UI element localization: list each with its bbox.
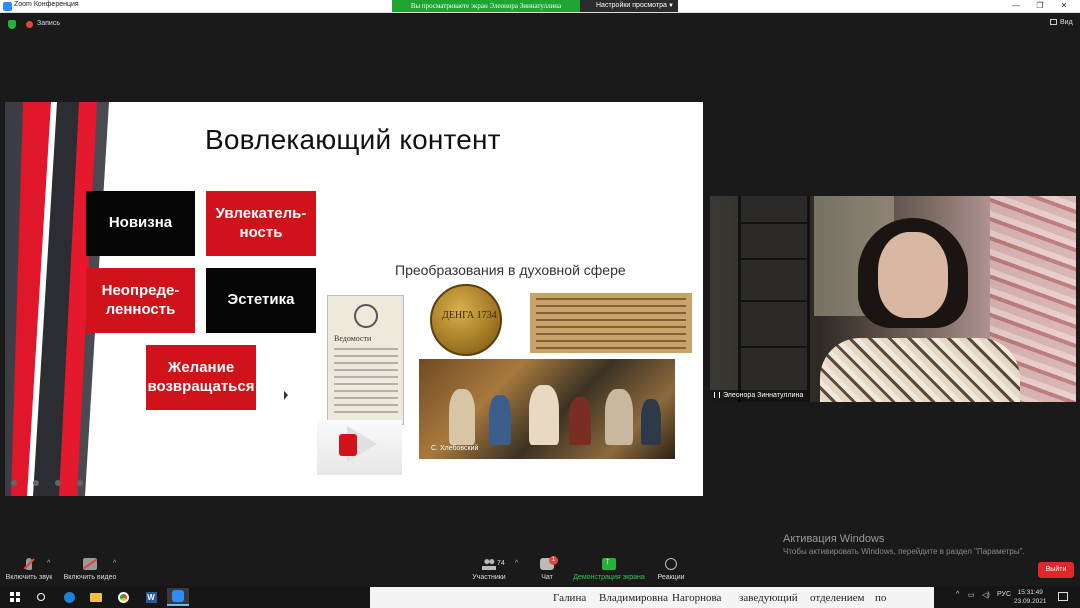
background-document-strip: Галина Владимировна Нагорнова заведующий… (370, 587, 934, 608)
manuscript-image (530, 293, 692, 353)
screen-share-banner: Вы просматриваете экран Элеонора Зиннату… (392, 0, 580, 12)
smiley-icon (665, 558, 677, 570)
view-options-button[interactable]: Настройки просмотра ▼ (580, 0, 678, 12)
share-screen-button[interactable]: Демонстрация экрана (572, 556, 646, 581)
chat-label: Чат (541, 574, 553, 581)
doc-word: отделением (810, 592, 865, 604)
windows-logo-icon (10, 592, 20, 602)
view-options-label: Настройки просмотра (596, 2, 667, 9)
painting-image: С. Хлебовский (419, 359, 675, 459)
slide-subtitle: Преобразования в духовной сфере (395, 262, 626, 278)
view-button[interactable]: Вид (1050, 19, 1073, 26)
signal-icon (714, 392, 720, 398)
video-options-caret-icon[interactable]: ^ (113, 560, 116, 567)
doc-word: Галина (553, 592, 587, 604)
clock-time: 15:31:49 (1017, 589, 1043, 596)
concept-box-return-desire: Желание возвращаться (146, 345, 256, 410)
concept-label: Увлекатель- ность (215, 204, 307, 241)
newspaper-image: Ведомости (327, 295, 404, 425)
recording-icon (26, 21, 33, 28)
reactions-button[interactable]: Реакции (654, 558, 688, 581)
concept-box-aesthetics: Эстетика (206, 268, 316, 333)
windows-activation-subtitle: Чтобы активировать Windows, перейдите в … (783, 547, 1025, 556)
slide-title: Вовлекающий контент (205, 124, 501, 155)
doc-word: Владимировна (599, 592, 669, 604)
start-video-button[interactable]: Включить видео (62, 558, 118, 581)
share-screen-label: Демонстрация экрана (573, 574, 645, 581)
start-button[interactable] (4, 588, 26, 606)
audio-options-caret-icon[interactable]: ^ (47, 560, 50, 567)
mouse-cursor-icon (284, 391, 288, 400)
participant-name-tag: Элеонора Зиннатуллина (710, 390, 808, 402)
concept-box-engagement: Увлекатель- ность (206, 191, 316, 256)
participant-name: Элеонора Зиннатуллина (723, 392, 804, 399)
language-indicator[interactable]: РУС (997, 591, 1011, 598)
eagle-emblem-icon (354, 304, 378, 328)
close-button[interactable]: ✕ (1046, 0, 1080, 12)
folder-icon (90, 592, 102, 602)
participants-caret-icon[interactable]: ^ (515, 560, 518, 567)
windows-activation-title: Активация Windows (783, 533, 885, 545)
start-video-label: Включить видео (63, 574, 117, 581)
painting-caption: С. Хлебовский (431, 445, 479, 452)
taskbar-chrome[interactable] (112, 588, 134, 606)
reactions-label: Реакции (657, 574, 685, 581)
share-screen-icon (602, 556, 616, 570)
recording-label[interactable]: Запись (37, 20, 60, 27)
microphone-muted-icon (26, 558, 32, 570)
taskbar-zoom[interactable] (167, 588, 189, 606)
shield-icon[interactable] (8, 20, 16, 29)
chrome-icon (117, 591, 129, 603)
tray-expand-icon[interactable]: ^ (956, 591, 959, 598)
search-button[interactable] (30, 588, 52, 606)
participants-label: Участники (472, 574, 506, 581)
concept-label: Новизна (108, 214, 173, 232)
doc-word: заведующий (739, 592, 798, 604)
taskbar-word[interactable]: W (140, 588, 162, 606)
megaphone-image (317, 420, 402, 475)
coin-image: ДЕНГА 1734 (430, 284, 502, 356)
edge-browser-icon (63, 591, 75, 603)
concept-box-uncertainty: Неопреде- ленность (86, 268, 195, 333)
clock-date: 23.09.2021 (1014, 598, 1047, 605)
system-clock[interactable]: 15:31:49 23.09.2021 (1014, 588, 1047, 606)
participants-count: 74 (497, 560, 505, 567)
concept-label: Эстетика (227, 291, 295, 309)
grid-icon (1050, 19, 1057, 25)
view-label: Вид (1060, 19, 1073, 26)
zoom-icon (172, 590, 184, 602)
network-icon[interactable]: ▭ (968, 591, 975, 599)
participants-icon (482, 558, 496, 570)
window-titlebar: Zoom Конференция Вы просматриваете экран… (0, 0, 1080, 13)
leave-meeting-button[interactable]: Выйти (1038, 562, 1074, 578)
notifications-icon[interactable] (1058, 592, 1068, 601)
chevron-down-icon: ▼ (668, 3, 674, 9)
word-icon: W (145, 591, 157, 603)
chat-unread-badge: 1 (549, 556, 558, 565)
coin-inscription: ДЕНГА 1734 (442, 310, 497, 321)
doc-word: по (875, 592, 887, 604)
newspaper-heading: Ведомости (334, 334, 372, 343)
megaphone-icon (339, 434, 357, 456)
unmute-label: Включить звук (5, 574, 53, 581)
shared-screen-slide: Вовлекающий контент Новизна Увлекатель- … (5, 102, 703, 496)
taskbar-explorer[interactable] (85, 588, 107, 606)
camera-off-icon (83, 558, 97, 570)
volume-icon[interactable]: ◁) (982, 591, 990, 599)
window-title: Zoom Конференция (14, 1, 79, 8)
taskbar-edge[interactable] (58, 588, 80, 606)
zoom-app-icon (3, 2, 12, 11)
concept-label: Желание возвращаться (147, 358, 255, 395)
participant-video-tile[interactable]: Элеонора Зиннатуллина (710, 196, 1076, 402)
concept-label: Неопреде- ленность (101, 281, 180, 318)
concept-box-novelty: Новизна (86, 191, 195, 256)
search-icon (37, 593, 45, 601)
doc-word: Нагорнова (672, 592, 722, 604)
bookshelf (738, 196, 810, 402)
